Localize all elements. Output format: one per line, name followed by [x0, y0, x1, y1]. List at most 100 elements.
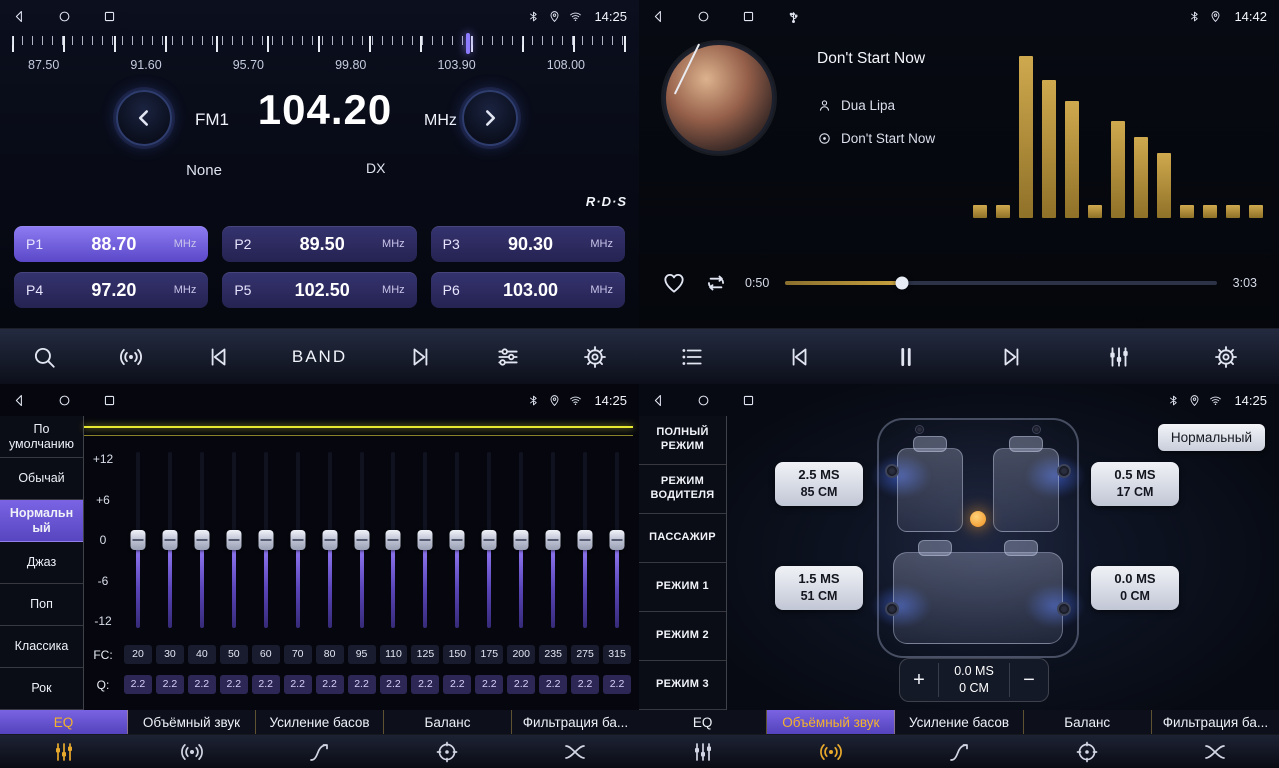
eq-band-slider[interactable]	[346, 450, 378, 630]
progress-bar[interactable]	[785, 281, 1216, 285]
surround-mode-item[interactable]: РЕЖИМ 2	[639, 612, 726, 661]
surround-mode-item[interactable]: РЕЖИМ ВОДИТЕЛЯ	[639, 465, 726, 514]
tab-surround-sound[interactable]: Объёмный звук	[128, 710, 256, 734]
eq-band-slider[interactable]	[122, 450, 154, 630]
eq-vert-sliders-icon[interactable]	[0, 735, 128, 768]
next-track-button[interactable]	[999, 344, 1025, 370]
eq-slider-knob[interactable]	[578, 530, 593, 550]
tab-filter[interactable]: Фильтрация ба...	[512, 710, 639, 734]
eq-band-slider[interactable]	[505, 450, 537, 630]
delay-increase-button[interactable]: +	[900, 659, 938, 701]
eq-band-slider[interactable]	[441, 450, 473, 630]
eq-preset-item[interactable]: Обычай	[0, 458, 83, 500]
eq-shortcut-button[interactable]	[495, 344, 521, 370]
preset-p4[interactable]: P497.20MHz	[14, 272, 208, 308]
surround-mode-item[interactable]: ПОЛНЫЙ РЕЖИМ	[639, 416, 726, 465]
pause-button[interactable]	[893, 344, 919, 370]
tab-bass-boost[interactable]: Усиление басов	[256, 710, 384, 734]
delay-rear-right-button[interactable]: 0.0 MS 0 CM	[1091, 566, 1179, 610]
eq-preset-item[interactable]: Нормальный	[0, 500, 83, 542]
settings-button[interactable]	[1213, 344, 1239, 370]
eq-slider-knob[interactable]	[226, 530, 241, 550]
eq-preset-item[interactable]: Рок	[0, 668, 83, 710]
preset-p2[interactable]: P289.50MHz	[222, 226, 416, 262]
tab-eq[interactable]: EQ	[639, 710, 767, 734]
surround-mode-item[interactable]: ПАССАЖИР	[639, 514, 726, 563]
balance-icon[interactable]	[1023, 735, 1151, 768]
surround-mode-item[interactable]: РЕЖИМ 3	[639, 661, 726, 710]
eq-band-slider[interactable]	[218, 450, 250, 630]
bass-boost-icon[interactable]	[256, 735, 384, 768]
eq-slider-knob[interactable]	[546, 530, 561, 550]
eq-band-slider[interactable]	[378, 450, 410, 630]
back-icon[interactable]	[651, 9, 666, 24]
eq-band-slider[interactable]	[250, 450, 282, 630]
eq-vert-sliders-icon[interactable]	[639, 735, 767, 768]
home-icon[interactable]	[57, 393, 72, 408]
eq-band-slider[interactable]	[569, 450, 601, 630]
surround-mode-item[interactable]: РЕЖИМ 1	[639, 563, 726, 612]
eq-band-slider[interactable]	[314, 450, 346, 630]
eq-slider-knob[interactable]	[514, 530, 529, 550]
eq-slider-knob[interactable]	[322, 530, 337, 550]
home-icon[interactable]	[57, 9, 72, 24]
eq-slider-knob[interactable]	[130, 530, 145, 550]
seek-down-button[interactable]	[205, 344, 231, 370]
preset-p3[interactable]: P390.30MHz	[431, 226, 625, 262]
surround-icon[interactable]	[767, 735, 895, 768]
eq-band-slider[interactable]	[409, 450, 441, 630]
eq-slider-knob[interactable]	[290, 530, 305, 550]
listening-position-dot[interactable]	[970, 511, 986, 527]
eq-slider-knob[interactable]	[418, 530, 433, 550]
recents-icon[interactable]	[102, 393, 117, 408]
tune-up-button[interactable]	[462, 90, 518, 146]
back-icon[interactable]	[651, 393, 666, 408]
delay-front-left-button[interactable]: 2.5 MS 85 CM	[775, 462, 863, 506]
eq-band-slider[interactable]	[601, 450, 633, 630]
eq-band-slider[interactable]	[186, 450, 218, 630]
tab-balance[interactable]: Баланс	[1024, 710, 1152, 734]
profile-button[interactable]: Нормальный	[1158, 424, 1265, 451]
eq-slider-knob[interactable]	[354, 530, 369, 550]
frequency-indicator[interactable]	[466, 33, 470, 54]
eq-band-slider[interactable]	[154, 450, 186, 630]
eq-slider-knob[interactable]	[482, 530, 497, 550]
tab-surround-sound[interactable]: Объёмный звук	[767, 710, 895, 734]
eq-slider-knob[interactable]	[610, 530, 625, 550]
seek-up-button[interactable]	[408, 344, 434, 370]
eq-shortcut-button[interactable]	[1106, 344, 1132, 370]
favorite-button[interactable]	[661, 270, 687, 296]
tab-filter[interactable]: Фильтрация ба...	[1152, 710, 1279, 734]
home-icon[interactable]	[696, 9, 711, 24]
back-icon[interactable]	[12, 9, 27, 24]
playlist-button[interactable]	[679, 344, 705, 370]
previous-track-button[interactable]	[786, 344, 812, 370]
tune-down-button[interactable]	[116, 90, 172, 146]
settings-button[interactable]	[582, 344, 608, 370]
eq-slider-knob[interactable]	[258, 530, 273, 550]
filter-icon[interactable]	[511, 735, 639, 768]
filter-icon[interactable]	[1151, 735, 1279, 768]
recents-icon[interactable]	[741, 393, 756, 408]
tab-eq[interactable]: EQ	[0, 710, 128, 734]
eq-band-slider[interactable]	[473, 450, 505, 630]
delay-rear-left-button[interactable]: 1.5 MS 51 CM	[775, 566, 863, 610]
preset-p5[interactable]: P5102.50MHz	[222, 272, 416, 308]
search-stations-button[interactable]	[31, 344, 57, 370]
preset-p1[interactable]: P188.70MHz	[14, 226, 208, 262]
preset-p6[interactable]: P6103.00MHz	[431, 272, 625, 308]
eq-preset-item[interactable]: Джаз	[0, 542, 83, 584]
eq-preset-item[interactable]: Классика	[0, 626, 83, 668]
eq-slider-knob[interactable]	[386, 530, 401, 550]
tab-bass-boost[interactable]: Усиление басов	[895, 710, 1023, 734]
delay-decrease-button[interactable]: −	[1010, 659, 1048, 701]
recents-icon[interactable]	[741, 9, 756, 24]
eq-preset-item[interactable]: Поп	[0, 584, 83, 626]
eq-slider-knob[interactable]	[450, 530, 465, 550]
bass-boost-icon[interactable]	[895, 735, 1023, 768]
eq-slider-knob[interactable]	[162, 530, 177, 550]
home-icon[interactable]	[696, 393, 711, 408]
eq-preset-item[interactable]: По умолчанию	[0, 416, 83, 458]
recents-icon[interactable]	[102, 9, 117, 24]
eq-band-slider[interactable]	[282, 450, 314, 630]
